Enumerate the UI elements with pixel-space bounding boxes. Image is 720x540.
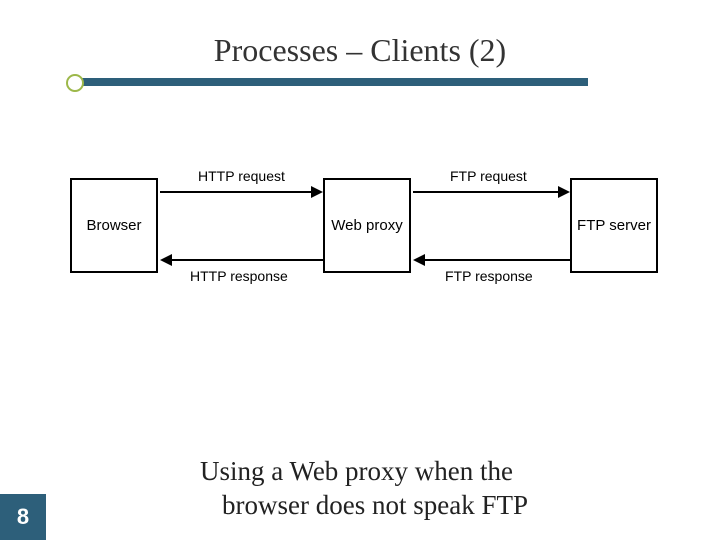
arrow-http-request-line — [160, 191, 311, 193]
arrow-ftp-request-head-icon — [558, 186, 570, 198]
title-underline — [78, 78, 588, 86]
label-http-response: HTTP response — [190, 268, 288, 284]
arrow-ftp-response-line — [425, 259, 570, 261]
arrow-ftp-response-head-icon — [413, 254, 425, 266]
caption-line-1: Using a Web proxy when the — [200, 456, 513, 486]
bullet-icon — [66, 74, 84, 92]
arrow-http-response-line — [172, 259, 323, 261]
proxy-diagram: Browser Web proxy FTP server HTTP reques… — [70, 160, 660, 310]
box-browser: Browser — [70, 178, 158, 273]
arrow-http-request-head-icon — [311, 186, 323, 198]
arrow-http-response-head-icon — [160, 254, 172, 266]
box-ftp-server: FTP server — [570, 178, 658, 273]
slide-number: 8 — [0, 494, 46, 540]
label-http-request: HTTP request — [198, 168, 285, 184]
slide-caption: Using a Web proxy when the browser does … — [200, 455, 640, 523]
label-ftp-response: FTP response — [445, 268, 533, 284]
arrow-ftp-request-line — [413, 191, 558, 193]
label-ftp-request: FTP request — [450, 168, 527, 184]
box-web-proxy: Web proxy — [323, 178, 411, 273]
slide-title: Processes – Clients (2) — [0, 32, 720, 69]
caption-line-2: browser does not speak FTP — [200, 489, 640, 523]
